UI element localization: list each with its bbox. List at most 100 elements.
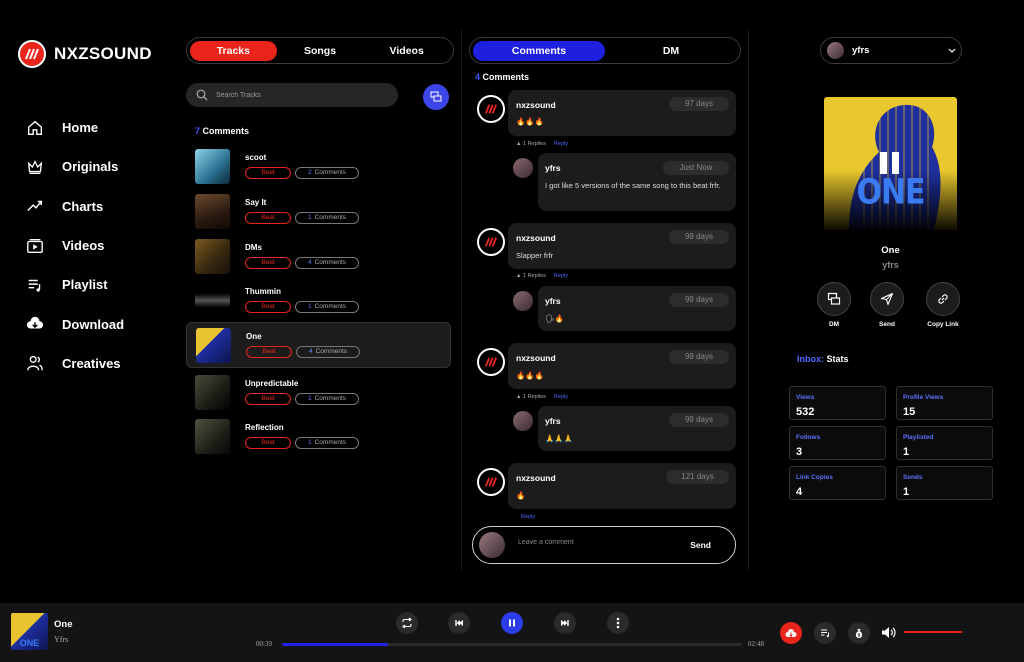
send-button[interactable] — [870, 282, 904, 316]
reply-link[interactable]: Reply — [554, 141, 568, 147]
comment-author[interactable]: yfrs — [545, 296, 561, 306]
replies-toggle[interactable]: ▲ 1 Replies — [516, 394, 546, 400]
comment-date: Just Now — [663, 161, 729, 175]
send-comment-button[interactable]: Send — [690, 540, 711, 550]
tab-comments[interactable]: Comments — [473, 40, 605, 61]
avatar[interactable] — [477, 468, 505, 496]
track-artwork — [195, 148, 230, 184]
stat-value: 1 — [903, 446, 910, 458]
track-type-badge[interactable]: Beat — [245, 301, 291, 313]
track-comments-badge[interactable]: 1 Comments — [295, 393, 359, 405]
stat-label: Sends — [903, 474, 923, 481]
track-row[interactable]: DMs Beat 4 Comments — [186, 234, 451, 278]
reply-link[interactable]: Reply — [554, 273, 568, 279]
dm-button[interactable] — [817, 282, 851, 316]
player-title: One — [54, 619, 73, 630]
sidebar-item-label: Videos — [62, 238, 105, 254]
avatar[interactable] — [513, 158, 533, 178]
track-comments-badge[interactable]: 1 Comments — [295, 301, 359, 313]
track-type-badge[interactable]: Beat — [245, 437, 291, 449]
now-playing-title: One — [881, 245, 900, 256]
nxzsound-logo-icon — [484, 357, 498, 367]
queue-button[interactable] — [814, 622, 836, 644]
nxzsound-logo-icon — [484, 477, 498, 487]
avatar[interactable] — [477, 348, 505, 376]
track-row[interactable]: Unpredictable Beat 1 Comments — [186, 370, 451, 414]
volume-button[interactable] — [881, 626, 897, 639]
track-type-badge[interactable]: Beat — [245, 212, 291, 224]
more-options-button[interactable] — [607, 612, 629, 634]
track-type-badge[interactable]: Beat — [245, 393, 291, 405]
track-comments-badge[interactable]: 4 Comments — [295, 257, 359, 269]
replies-toggle[interactable]: ▲ 1 Replies — [516, 273, 546, 279]
sidebar-item-charts[interactable]: Charts — [26, 187, 124, 226]
user-select[interactable]: yfrs — [820, 37, 962, 64]
search-input[interactable] — [216, 91, 386, 99]
sidebar-item-label: Originals — [62, 159, 119, 175]
track-row[interactable]: Reflection Beat 1 Comments — [186, 414, 451, 458]
sidebar-item-originals[interactable]: Originals — [26, 147, 124, 186]
progress-slider[interactable] — [282, 643, 742, 646]
track-comments-badge[interactable]: 1 Comments — [295, 437, 359, 449]
avatar[interactable] — [477, 95, 505, 123]
progress-fill — [282, 643, 388, 646]
track-row[interactable]: scoot Beat 2 Comments — [186, 144, 451, 188]
previous-button[interactable] — [448, 612, 470, 634]
comment-author[interactable]: nxzsound — [516, 353, 556, 363]
next-button[interactable] — [554, 612, 576, 634]
track-comments-badge[interactable]: 4 Comments — [296, 346, 360, 358]
track-type-badge[interactable]: Beat — [246, 346, 292, 358]
sidebar-item-playlist[interactable]: Playlist — [26, 265, 124, 304]
comment-author[interactable]: nxzsound — [516, 233, 556, 243]
track-row[interactable]: Thummin Beat 1 Comments — [186, 278, 451, 322]
now-playing-artist[interactable]: yfrs — [824, 260, 957, 270]
sidebar-item-creatives[interactable]: Creatives — [26, 344, 124, 383]
track-type-badge[interactable]: Beat — [245, 257, 291, 269]
repeat-button[interactable] — [396, 612, 418, 634]
sidebar-item-label: Playlist — [62, 277, 108, 293]
play-pause-button[interactable] — [501, 612, 523, 634]
comment-input[interactable] — [518, 539, 668, 546]
sidebar-item-home[interactable]: Home — [26, 108, 124, 147]
chat-toggle-button[interactable] — [423, 84, 449, 110]
comment-author[interactable]: nxzsound — [516, 473, 556, 483]
sidebar-item-download[interactable]: Download — [26, 304, 124, 343]
track-row-selected[interactable]: One Beat 4 Comments — [186, 322, 451, 368]
skip-forward-icon — [561, 620, 569, 626]
track-row[interactable]: Say It Beat 1 Comments — [186, 189, 451, 233]
comment-author[interactable]: nxzsound — [516, 100, 556, 110]
comment-author[interactable]: yfrs — [545, 163, 561, 173]
track-name: Unpredictable — [245, 379, 299, 388]
brand-logo[interactable]: NXZSOUND — [18, 40, 152, 68]
tab-videos[interactable]: Videos — [363, 41, 450, 61]
stat-value: 532 — [796, 406, 815, 418]
users-icon — [27, 356, 43, 371]
comment-tabs: Comments DM — [469, 37, 741, 64]
replies-toggle[interactable]: ▲ 1 Replies — [516, 141, 546, 147]
pause-overlay-icon[interactable] — [880, 152, 899, 174]
avatar[interactable] — [513, 411, 533, 431]
track-comments-badge[interactable]: 1 Comments — [295, 212, 359, 224]
avatar[interactable] — [477, 228, 505, 256]
track-type-badge[interactable]: Beat — [245, 167, 291, 179]
comment-date: 99 days — [669, 230, 729, 244]
download-button[interactable] — [780, 622, 802, 644]
elapsed-time: 00:39 — [256, 640, 272, 648]
stat-card-playlisted: Playlisted 1 — [896, 426, 993, 460]
tab-tracks[interactable]: Tracks — [190, 40, 277, 61]
tip-button[interactable]: $ — [848, 622, 870, 644]
track-comments-badge[interactable]: 2 Comments — [295, 167, 359, 179]
tab-dm[interactable]: DM — [605, 41, 737, 61]
now-playing-artwork[interactable]: ONE — [824, 97, 957, 230]
sidebar-item-videos[interactable]: Videos — [26, 226, 124, 265]
avatar[interactable] — [513, 291, 533, 311]
player-artist[interactable]: Yfrs — [54, 635, 68, 644]
volume-slider[interactable] — [904, 631, 962, 633]
nxzsound-logo-icon — [18, 40, 46, 68]
reply-link[interactable]: Reply — [554, 394, 568, 400]
comment-author[interactable]: yfrs — [545, 416, 561, 426]
player-artwork[interactable]: ONE — [11, 613, 48, 650]
copy-link-button[interactable] — [926, 282, 960, 316]
tab-songs[interactable]: Songs — [277, 41, 364, 61]
reply-link[interactable]: Reply — [521, 514, 535, 520]
